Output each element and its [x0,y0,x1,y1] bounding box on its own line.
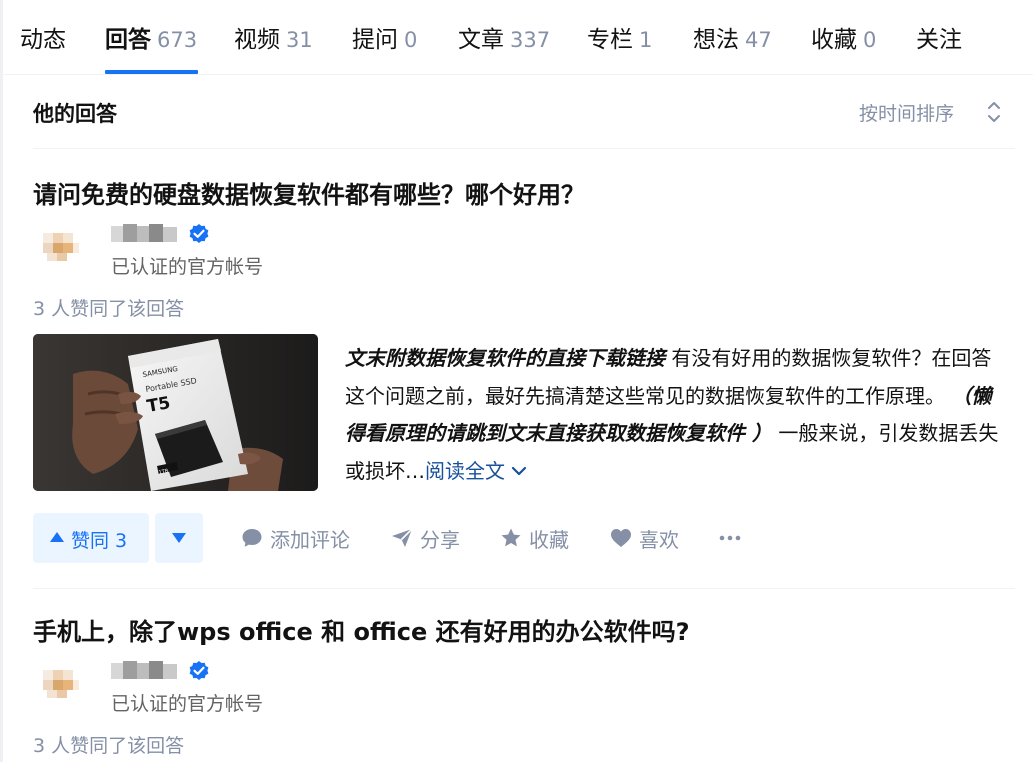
tab-label: 提问 [352,27,398,53]
comment-button[interactable]: 添加评论 [241,524,361,552]
tab-label: 收藏 [811,27,857,53]
author-description: 已认证的官方帐号 [111,256,264,278]
share-label: 分享 [420,528,460,552]
tab-answers[interactable]: 回答 673 [105,20,197,75]
answer-thumbnail[interactable]: SAMSUNG Portable SSD T5 1TB [33,334,318,491]
tab-columns[interactable]: 专栏 1 [587,20,652,75]
author-description: 已认证的官方帐号 [111,693,264,715]
collect-label: 收藏 [529,528,569,552]
tab-count: 673 [157,28,198,52]
tab-count: 1 [639,28,653,52]
vote-count-text: 3 人赞同了该回答 [33,735,185,757]
avatar[interactable] [33,219,89,275]
excerpt-emphasis: 文末附数据恢复软件的直接下载链接 [345,346,665,370]
triangle-up-icon [50,532,64,542]
tab-label: 想法 [693,27,739,53]
verified-badge-icon [189,224,209,243]
verified-badge-icon [189,661,209,680]
vote-count-text: 3 人赞同了该回答 [33,298,185,320]
item-divider [33,588,1015,589]
like-label: 喜欢 [639,528,679,552]
header-divider [33,148,1015,149]
tab-pins[interactable]: 想法 47 [693,20,772,75]
tab-label: 文章 [458,27,504,53]
section-title: 他的回答 [33,102,117,126]
chevron-up-down-icon[interactable] [985,99,1003,125]
avatar[interactable] [33,656,89,712]
collect-button[interactable]: 收藏 [500,524,580,552]
read-more-chevron-icon [512,466,527,475]
tab-videos[interactable]: 视频 31 [234,20,313,75]
thumb-name: T5 [145,393,172,417]
upvote-label: 赞同 3 [71,530,128,552]
tab-count: 47 [745,28,772,52]
question-title[interactable]: 手机上，除了wps office 和 office 还有好用的办公软件吗? [33,612,690,647]
tab-label: 动态 [20,27,66,53]
share-button[interactable]: 分享 [391,524,471,552]
tab-label: 视频 [234,27,280,53]
like-button[interactable]: 喜欢 [610,524,690,552]
question-title[interactable]: 请问免费的硬盘数据恢复软件都有哪些？哪个好用？ [33,175,585,210]
heart-icon [611,529,631,547]
tab-activity[interactable]: 动态 [20,20,66,75]
sort-button[interactable]: 按时间排序 [859,99,954,126]
tab-count: 0 [863,28,877,52]
tab-following[interactable]: 关注 [916,20,962,75]
more-icon[interactable] [718,524,742,552]
star-icon [501,528,521,547]
tab-count: 0 [404,28,418,52]
triangle-down-icon [172,533,186,543]
share-icon [392,528,413,547]
tab-collections[interactable]: 收藏 0 [811,20,876,75]
tab-count: 337 [510,28,551,52]
tab-count: 31 [286,28,313,52]
upvote-button[interactable]: 赞同 3 [33,513,149,563]
downvote-button[interactable] [155,513,203,563]
answer-excerpt[interactable]: 文末附数据恢复软件的直接下载链接 有没有好用的数据恢复软件？在回答这个问题之前，… [345,340,1005,490]
read-more-link[interactable]: 阅读全文 [425,459,527,483]
comment-icon [242,529,262,547]
tab-articles[interactable]: 文章 337 [458,20,550,75]
author-name-blurred[interactable] [111,224,181,244]
profile-tabs: 动态 回答 673 视频 31 提问 0 文章 337 专栏 1 想法 47 收藏 0 关注 [0,0,1033,75]
author-name-blurred[interactable] [111,661,181,681]
tab-label: 关注 [916,27,962,53]
tab-label: 回答 [105,27,151,53]
tab-label: 专栏 [587,27,633,53]
active-tab-indicator [105,70,198,74]
left-border [0,0,3,762]
comment-label: 添加评论 [270,528,350,552]
read-more-label: 阅读全文 [425,458,505,483]
tab-questions[interactable]: 提问 0 [352,20,417,75]
